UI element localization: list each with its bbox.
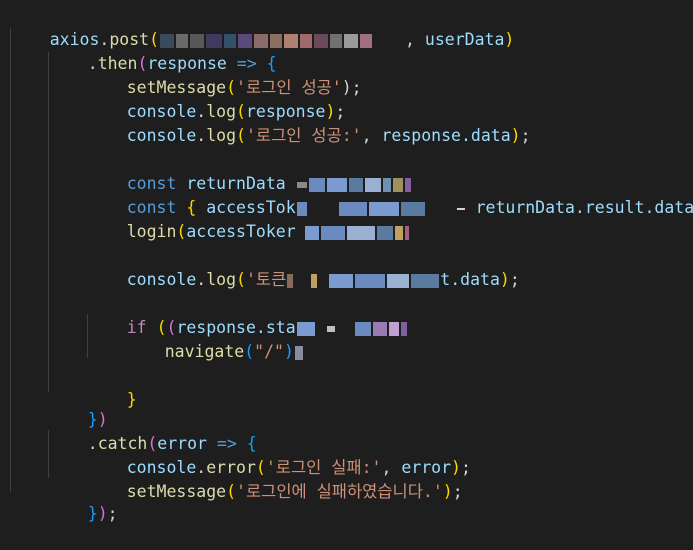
token-string: "/" <box>254 342 284 361</box>
code-line-5[interactable]: console.log('로그인 성공:', response.data); <box>87 100 531 145</box>
code-line-11[interactable]: console.log('토큰 t.data); <box>87 244 520 289</box>
code-line-18[interactable]: .catch(error => { <box>48 408 257 453</box>
code-line-20[interactable]: setMessage('로그인에 실패하였습니다.'); <box>87 456 463 501</box>
token-bracket: ( <box>236 126 246 145</box>
token-function: log <box>206 126 237 145</box>
code-line-19[interactable]: console.error('로그인 실패:', error); <box>87 432 471 477</box>
token-bracket: ) <box>442 482 453 501</box>
token-identifier: console <box>126 270 197 289</box>
token-punctuation: , <box>361 126 372 145</box>
code-line-9[interactable]: login(accessToker <box>87 196 410 241</box>
token-bracket: ( <box>226 482 237 501</box>
token-bracket: ) <box>283 342 294 361</box>
token-bracket: ( <box>176 222 187 241</box>
token-punctuation: . <box>196 270 207 289</box>
redacted-region <box>294 342 304 361</box>
token-function: setMessage <box>126 482 227 501</box>
token-bracket: } <box>126 390 137 409</box>
token-identifier: t.data <box>440 270 500 289</box>
token-string: '로그인 성공:' <box>245 126 362 145</box>
token-function: navigate <box>164 342 245 361</box>
token-bracket: ) <box>510 126 521 145</box>
token-bracket: ) <box>97 504 108 523</box>
token-punctuation: . <box>196 126 207 145</box>
token-punctuation: ; <box>509 270 520 289</box>
token-punctuation: , <box>405 30 415 49</box>
token-string: '토큰 <box>245 270 287 289</box>
code-line-4[interactable]: console.log(response); <box>87 76 346 121</box>
token-bracket: ( <box>244 342 255 361</box>
code-line-8[interactable]: const { accessTok returnData.result.data… <box>87 172 693 217</box>
token-identifier: console <box>126 126 197 145</box>
token-bracket: ( <box>236 270 246 289</box>
redacted-region <box>296 318 408 337</box>
token-bracket: } <box>87 504 98 523</box>
code-line-13[interactable]: if ((response.sta <box>87 292 408 337</box>
indent-guide <box>48 52 49 392</box>
code-line-2[interactable]: .then(response => { <box>48 28 277 73</box>
token-function: log <box>206 270 237 289</box>
token-identifier: response.data <box>381 126 511 145</box>
token-string: '로그인에 실패하였습니다.' <box>236 482 443 501</box>
token-punctuation: ; <box>520 126 531 145</box>
token-bracket: ) <box>504 30 515 49</box>
redacted-region <box>286 270 440 289</box>
token-punctuation: ; <box>107 504 118 523</box>
code-line-14[interactable]: navigate("/") <box>125 316 304 361</box>
code-line-21[interactable]: }); <box>48 478 118 523</box>
code-editor[interactable]: axios.post(, userData) .then(response =>… <box>0 0 693 523</box>
token-bracket: ) <box>499 270 510 289</box>
token-punctuation: ; <box>452 482 463 501</box>
token-function: login <box>126 222 177 241</box>
token-identifier: accessToker <box>186 222 296 241</box>
redacted-region <box>296 222 410 241</box>
token-identifier: userData <box>424 30 505 49</box>
code-line-1[interactable]: axios.post(, userData) <box>10 4 515 49</box>
code-line-7[interactable]: const returnData <box>87 148 412 193</box>
indent-guide <box>10 28 11 492</box>
code-line-17[interactable]: }) <box>48 384 108 429</box>
token-identifier: returnData.result.data <box>475 198 693 217</box>
code-line-3[interactable]: setMessage('로그인 성공'); <box>87 52 362 97</box>
